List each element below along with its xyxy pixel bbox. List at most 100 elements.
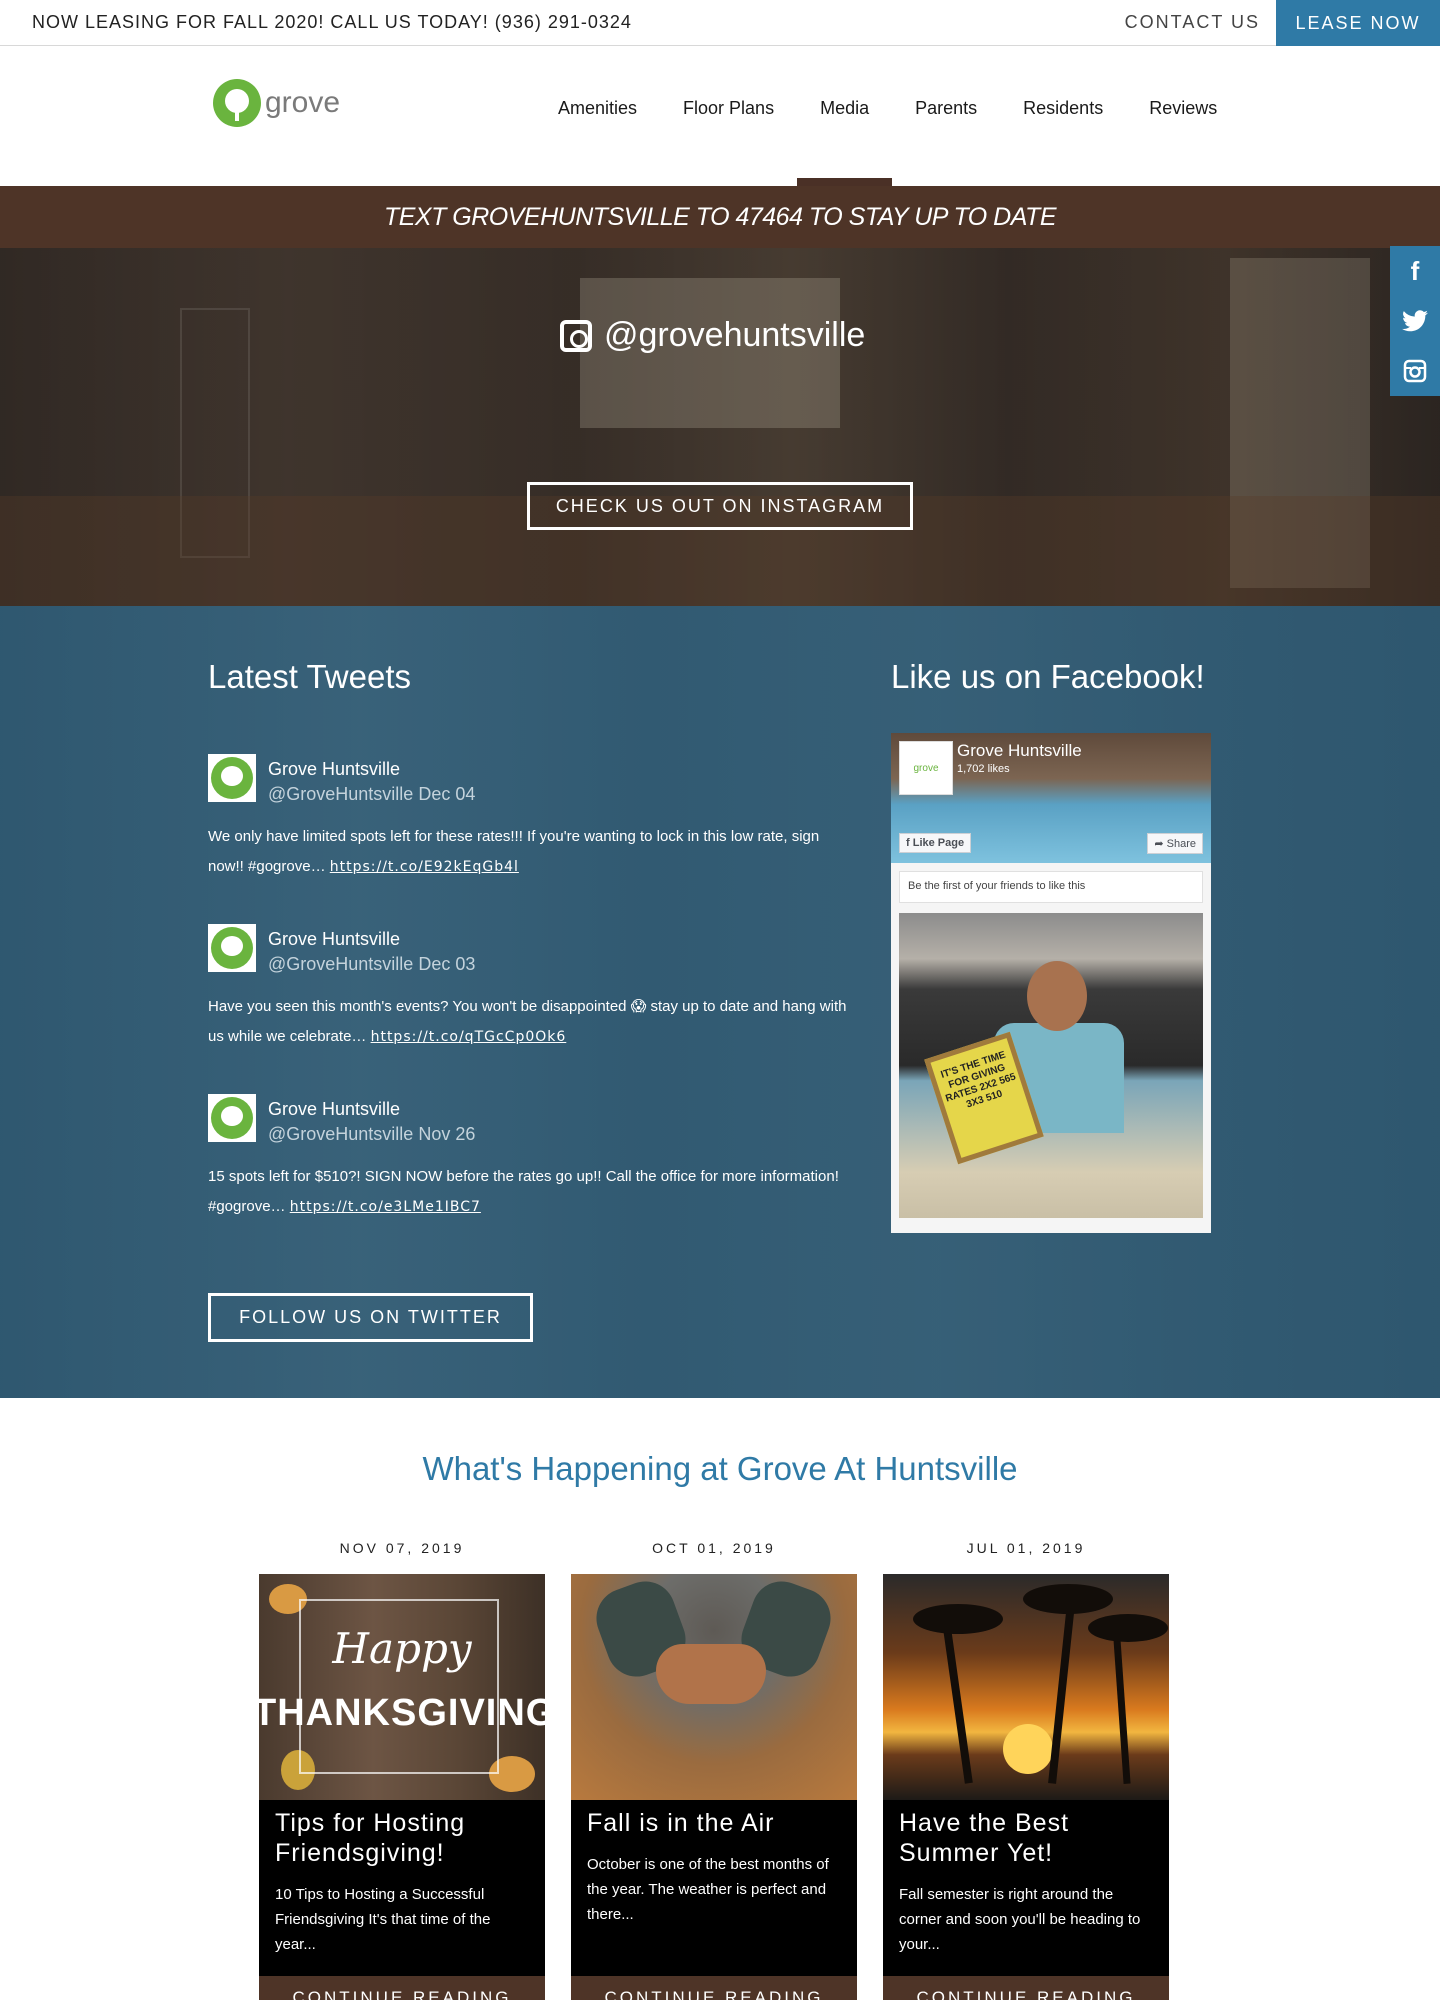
facebook-heading: Like us on Facebook! [891,658,1205,695]
tweet-date: Dec 03 [418,954,476,974]
tweet-author[interactable]: Grove Huntsville [268,929,400,950]
logo-wordmark: grove [265,86,341,119]
instagram-handle-text: @grovehuntsville [604,316,866,354]
facebook-post-photo[interactable]: IT'S THE TIME FOR GIVING RATES 2X2 565 3… [899,913,1203,1218]
facebook-page-widget: grove Grove Huntsville 1,702 likes f Lik… [891,733,1211,1233]
blog-title[interactable]: Fall is in the Air [587,1808,841,1838]
facebook-cover-photo[interactable]: grove Grove Huntsville 1,702 likes f Lik… [891,733,1211,863]
facebook-friends-text: Be the first of your friends to like thi… [899,871,1203,903]
blog-image[interactable]: Happy THANKSGIVING [259,1574,545,1800]
nav-item-amenities[interactable]: Amenities [558,98,637,186]
blog-date: OCT 01, 2019 [652,1540,776,1556]
tweet-handle: @GroveHuntsville [268,954,414,974]
share-icon: ➦ [1154,838,1167,850]
blog-title[interactable]: Tips for Hosting Friendsgiving! [275,1808,529,1868]
instagram-hero: @grovehuntsville CHECK US OUT ON INSTAGR… [0,248,1440,606]
tweet-author[interactable]: Grove Huntsville [268,1099,400,1120]
contact-us-link[interactable]: CONTACT US [1125,12,1260,33]
tweet-link[interactable]: https://t.co/e3LMe1IBC7 [290,1199,481,1215]
lease-now-button[interactable]: LEASE NOW [1276,0,1440,46]
tweet-meta: @GroveHuntsville Dec 04 [268,784,475,805]
tweet-date: Dec 04 [418,784,476,804]
instagram-button[interactable]: CHECK US OUT ON INSTAGRAM [527,482,913,530]
image-text-thanksgiving: THANKSGIVING [259,1692,545,1734]
instagram-handle[interactable]: @grovehuntsville [560,316,865,355]
blog-card-body: Fall is in the Air October is one of the… [571,1800,857,1976]
like-page-label: Like Page [912,837,965,849]
instagram-icon[interactable] [1390,346,1440,396]
blog-image[interactable] [571,1574,857,1800]
tweet-meta: @GroveHuntsville Dec 03 [268,954,475,975]
nav-item-reviews[interactable]: Reviews [1149,98,1217,186]
main-nav: Amenities Floor Plans Media Parents Resi… [535,98,1240,186]
tweet-text: We only have limited spots left for thes… [208,822,848,882]
photo-palm-fronds [913,1604,1003,1634]
photo-palm-trunk [1112,1623,1131,1785]
photo-palm-fronds [1088,1614,1168,1642]
social-sidebar: f [1390,246,1440,396]
text-alert-banner: TEXT GROVEHUNTSVILLE TO 47464 TO STAY UP… [0,186,1440,248]
nav-item-parents[interactable]: Parents [915,98,977,186]
avatar[interactable] [208,754,256,802]
blog-card: OCT 01, 2019 Fall is in the Air October … [571,1540,857,2000]
instagram-icon [560,319,592,352]
blog-date: JUL 01, 2019 [966,1540,1086,1556]
blog-card-body: Have the Best Summer Yet! Fall semester … [883,1800,1169,1976]
nav-item-media[interactable]: Media [797,98,893,186]
blog-card: JUL 01, 2019 Have the Best Summer Yet! F… [883,1540,1169,2000]
photo-palm-trunk [941,1614,973,1784]
photo-person-face [1027,961,1087,1031]
blog-heading: What's Happening at Grove At Huntsville [422,1450,1018,1487]
blog-excerpt: 10 Tips to Hosting a Successful Friendsg… [275,1886,491,1953]
blog-card-body: Tips for Hosting Friendsgiving! 10 Tips … [259,1800,545,1976]
facebook-icon[interactable]: f [1390,246,1440,296]
tweet-handle: @GroveHuntsville [268,1124,414,1144]
facebook-page-name[interactable]: Grove Huntsville [957,741,1082,761]
continue-reading-button[interactable]: CONTINUE READING [883,1976,1169,2000]
blog-card: NOV 07, 2019 Happy THANKSGIVING Tips for… [259,1540,545,2000]
blog-image[interactable] [883,1574,1169,1800]
avatar[interactable] [208,1094,256,1142]
photo-palm-trunk [1048,1594,1076,1784]
twitter-icon[interactable] [1390,296,1440,346]
tweet-author[interactable]: Grove Huntsville [268,759,400,780]
blog-date: NOV 07, 2019 [339,1540,465,1556]
continue-reading-button[interactable]: CONTINUE READING [571,1976,857,2000]
grove-logo-icon [213,79,261,127]
follow-twitter-button[interactable]: FOLLOW US ON TWITTER [208,1293,533,1342]
share-label: Share [1166,838,1196,850]
photo-palm-fronds [1023,1584,1113,1614]
blog-excerpt: Fall semester is right around the corner… [899,1886,1141,1953]
facebook-like-count: 1,702 likes [957,763,1010,775]
tweet-text: 15 spots left for $510?! SIGN NOW before… [208,1162,848,1222]
site-header: grove Amenities Floor Plans Media Parent… [0,46,1440,186]
photo-sun [1003,1724,1053,1774]
tweet-handle: @GroveHuntsville [268,784,414,804]
nav-item-floor-plans[interactable]: Floor Plans [683,98,774,186]
top-bar: NOW LEASING FOR FALL 2020! CALL US TODAY… [0,0,1440,46]
tweet-link[interactable]: https://t.co/E92kEqGb4l [330,859,519,875]
continue-reading-button[interactable]: CONTINUE READING [259,1976,545,2000]
facebook-share-button[interactable]: ➦ Share [1147,833,1203,854]
social-feed-section: Latest Tweets Like us on Facebook! Grove… [0,606,1440,1398]
tweet-text: Have you seen this month's events? You w… [208,992,848,1052]
facebook-avatar-logo: grove [913,762,939,774]
tweet-link[interactable]: https://t.co/qTGcCp0Ok6 [371,1029,567,1045]
leasing-promo-text: NOW LEASING FOR FALL 2020! CALL US TODAY… [32,12,632,32]
blog-title[interactable]: Have the Best Summer Yet! [899,1808,1153,1868]
grove-logo-icon [211,757,253,799]
tweet-date: Nov 26 [418,1124,476,1144]
blog-excerpt: October is one of the best months of the… [587,1856,829,1923]
latest-tweets-heading: Latest Tweets [208,658,412,695]
facebook-page-avatar[interactable]: grove [899,741,953,795]
avatar[interactable] [208,924,256,972]
grove-logo-icon [211,1097,253,1139]
grove-logo[interactable]: grove [213,79,340,127]
blog-section: What's Happening at Grove At Huntsville … [0,1398,1440,2000]
image-text-happy: Happy [332,1624,472,1673]
facebook-like-page-button[interactable]: f Like Page [899,833,972,853]
photo-hands-leaves [656,1644,766,1704]
grove-logo-icon [211,927,253,969]
facebook-icon: f [906,837,913,849]
nav-item-residents[interactable]: Residents [1023,98,1103,186]
